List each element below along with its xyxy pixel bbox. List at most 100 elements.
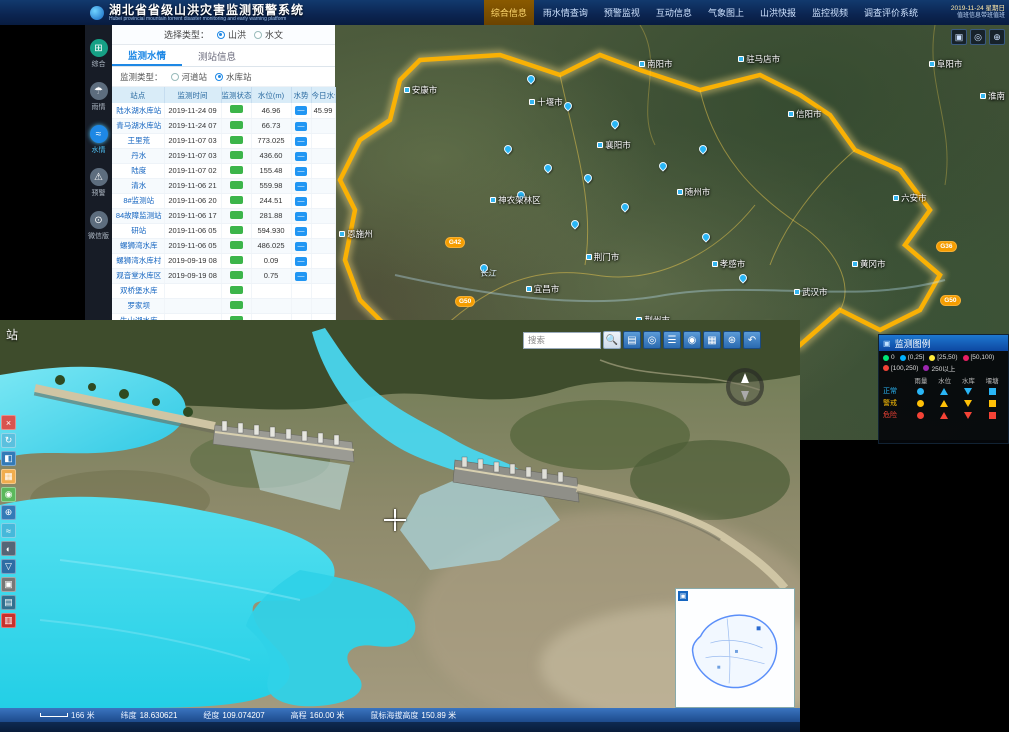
武汉市[interactable]: 武汉市 (794, 286, 828, 298)
station-name[interactable]: 丹水 (112, 148, 164, 163)
84故障监测站[interactable]: 84故障监测站 2019-11-06 17 281.88 — (112, 208, 335, 223)
duty-info[interactable]: 值班信息带班值班 (931, 13, 1005, 20)
contrast-icon[interactable]: ◐ (1, 541, 16, 556)
pin-icon[interactable]: ◎ (643, 331, 661, 349)
trend-icon[interactable]: — (295, 152, 307, 161)
trend-icon[interactable]: — (295, 257, 307, 266)
search-button[interactable]: 🔍 (603, 331, 621, 349)
flood-icon[interactable]: ▽ (1, 559, 16, 574)
襄阳市[interactable]: 襄阳市 (597, 139, 631, 151)
trend-icon[interactable]: — (295, 197, 307, 206)
split-icon[interactable]: ◧ (1, 451, 16, 466)
孝感市[interactable]: 孝感市 (712, 258, 746, 270)
nav-item[interactable]: 监控视频 (805, 0, 855, 25)
eye-icon[interactable]: ◉ (683, 331, 701, 349)
minimap-expand-icon[interactable]: ▣ (678, 591, 688, 601)
trend-icon[interactable]: — (295, 167, 307, 176)
station-name[interactable]: 螺狮湾水库 (112, 238, 164, 253)
青马湖水库站[interactable]: 青马湖水库站 2019-11-24 07 66.73 — (112, 118, 335, 133)
trend-icon[interactable]: — (295, 242, 307, 251)
荆门市[interactable]: 荆门市 (586, 251, 620, 263)
water-icon[interactable]: ≈ (1, 523, 16, 538)
filter-radio[interactable]: 水文 (254, 28, 283, 41)
清水[interactable]: 清水 2019-11-06 21 559.98 — (112, 178, 335, 193)
search-icon[interactable]: ◎ (970, 29, 986, 45)
恩施州[interactable]: 恩施州 (339, 228, 373, 240)
nav-item[interactable]: 预警监视 (597, 0, 647, 25)
nav-item[interactable]: 互动信息 (649, 0, 699, 25)
王里荒[interactable]: 王里荒 2019-11-07 03 773.025 — (112, 133, 335, 148)
trend-icon[interactable]: — (295, 137, 307, 146)
overview-minimap[interactable]: ▣ (675, 588, 795, 708)
station-name[interactable]: 观音堂水库区 (112, 268, 164, 283)
station-name[interactable]: 84故障监测站 (112, 208, 164, 223)
refresh-icon[interactable]: ↻ (1, 433, 16, 448)
rail-item[interactable]: ≈ 水情 (90, 125, 108, 155)
station-name[interactable]: 研站 (112, 223, 164, 238)
close-icon[interactable]: × (1, 415, 16, 430)
8#监测站[interactable]: 8#监测站 2019-11-06 20 244.51 — (112, 193, 335, 208)
宜昌市[interactable]: 宜昌市 (526, 283, 560, 295)
nav-item[interactable]: 山洪快报 (753, 0, 803, 25)
snapshot-icon[interactable]: ▣ (1, 577, 16, 592)
rail-item[interactable]: ⚠ 预警 (90, 168, 108, 198)
六安市[interactable]: 六安市 (893, 192, 927, 204)
panel-tab[interactable]: 测站信息 (182, 45, 252, 66)
filter-radio[interactable]: 山洪 (217, 28, 246, 41)
淮南[interactable]: 淮南 (980, 90, 1005, 102)
grid-icon[interactable]: ▦ (1, 469, 16, 484)
螺狮湾水库[interactable]: 螺狮湾水库 2019-11-06 05 486.025 — (112, 238, 335, 253)
陆水湖水库站[interactable]: 陆水湖水库站 2019-11-24 09 46.96 — 45.99 (112, 103, 335, 118)
陆度[interactable]: 陆度 2019-11-07 02 155.48 — (112, 163, 335, 178)
legend-titlebar[interactable]: ▣ 监测图例 (879, 335, 1008, 351)
station-name[interactable]: 螺狮湾水库村 (112, 253, 164, 268)
丹水[interactable]: 丹水 2019-11-07 03 436.60 — (112, 148, 335, 163)
layers-icon[interactable]: ▤ (623, 331, 641, 349)
南阳市[interactable]: 南阳市 (639, 58, 673, 70)
station-name[interactable]: 8#监测站 (112, 193, 164, 208)
驻马店市[interactable]: 驻马店市 (738, 53, 780, 65)
globe-icon[interactable]: ⊛ (723, 331, 741, 349)
nav-item[interactable]: 雨水情查询 (536, 0, 595, 25)
target-icon[interactable]: ◉ (1, 487, 16, 502)
station-type-radio[interactable]: 河道站 (171, 71, 208, 83)
随州市[interactable]: 随州市 (677, 186, 711, 198)
trend-icon[interactable]: — (295, 272, 307, 281)
阜阳市[interactable]: 阜阳市 (929, 58, 963, 70)
黄冈市[interactable]: 黄冈市 (852, 258, 886, 270)
观音堂水库区[interactable]: 观音堂水库区 2019-09-19 08 0.75 — (112, 268, 335, 283)
trend-icon[interactable]: — (295, 122, 307, 131)
station-type-radio[interactable]: 水库站 (215, 71, 252, 83)
station-name[interactable]: 陆水湖水库站 (112, 103, 164, 118)
rail-item[interactable]: ⊞ 综合 (90, 39, 108, 69)
rail-item[interactable]: ☂ 雨情 (90, 82, 108, 112)
神农架林区[interactable]: 神农架林区 (490, 194, 541, 206)
trend-icon[interactable]: — (295, 212, 307, 221)
list-icon[interactable]: ☰ (663, 331, 681, 349)
image-icon[interactable]: ▦ (703, 331, 721, 349)
信阳市[interactable]: 信阳市 (788, 108, 822, 120)
panel-tab[interactable]: 监测水情 (112, 45, 182, 66)
研站[interactable]: 研站 2019-11-06 05 594.930 — (112, 223, 335, 238)
nav-item[interactable]: 综合信息 (484, 0, 534, 25)
stats-icon[interactable]: ▥ (1, 613, 16, 628)
locate-icon[interactable]: ⊕ (989, 29, 1005, 45)
station-name[interactable]: 双桥堡水库 (112, 283, 164, 298)
back-icon[interactable]: ↶ (743, 331, 761, 349)
station-name[interactable]: 青马湖水库站 (112, 118, 164, 133)
nav-item[interactable]: 气象图上 (701, 0, 751, 25)
十堰市[interactable]: 十堰市 (529, 96, 563, 108)
trend-icon[interactable]: — (295, 106, 307, 115)
fullscreen-icon[interactable]: ▣ (951, 29, 967, 45)
search-input[interactable]: 搜索 (523, 332, 601, 349)
station-name[interactable]: 王里荒 (112, 133, 164, 148)
add-layer-icon[interactable]: ⊕ (1, 505, 16, 520)
螺狮湾水库村[interactable]: 螺狮湾水库村 2019-09-19 08 0.09 — (112, 253, 335, 268)
trend-icon[interactable]: — (295, 182, 307, 191)
罗家坝[interactable]: 罗家坝 — (112, 298, 335, 313)
station-name[interactable]: 清水 (112, 178, 164, 193)
doc-icon[interactable]: ▤ (1, 595, 16, 610)
双桥堡水库[interactable]: 双桥堡水库 — (112, 283, 335, 298)
安康市[interactable]: 安康市 (404, 84, 438, 96)
trend-icon[interactable]: — (295, 227, 307, 236)
